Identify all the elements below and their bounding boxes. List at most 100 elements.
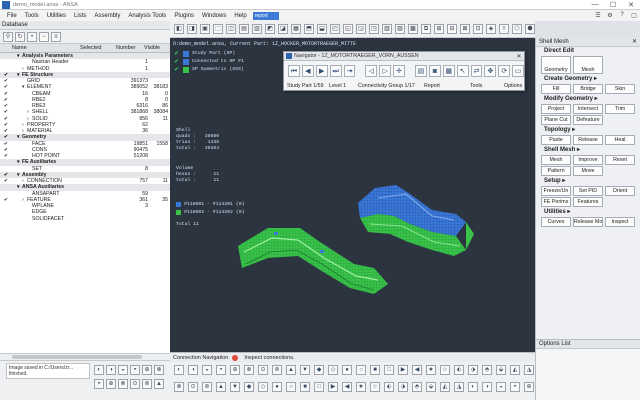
display-tool-icon[interactable]: ◓ (510, 382, 520, 392)
help-icon[interactable]: ? (616, 12, 628, 19)
display-tool-icon[interactable]: ⊕ (230, 365, 240, 375)
close-window-button[interactable]: ✕ (622, 1, 640, 9)
display-tool-icon[interactable]: ◆ (244, 382, 254, 392)
defeature-button[interactable]: Defeature (573, 115, 603, 125)
pattern-button[interactable]: Pattern (541, 166, 571, 176)
display-tool-icon[interactable]: ⬖ (384, 382, 394, 392)
display-tool-icon[interactable]: ■ (300, 382, 310, 392)
improve-button[interactable]: Improve (573, 155, 603, 165)
display-tool-icon[interactable]: ◭ (510, 365, 520, 375)
view-tool-icon[interactable]: ⊞ (434, 24, 444, 34)
view-tool-icon[interactable]: ◩ (265, 24, 275, 34)
database-tool-icon[interactable]: ◑ (106, 365, 116, 375)
geometry-button[interactable]: Geometry (541, 56, 571, 74)
bridge-button[interactable]: Bridge (573, 84, 603, 94)
refresh-icon[interactable]: ↻ (15, 31, 25, 42)
menu-windows[interactable]: Windows (198, 13, 230, 19)
reset-button[interactable]: Reset (605, 155, 635, 165)
menu-analysis-tools[interactable]: Analysis Tools (124, 13, 170, 19)
prev-icon[interactable]: ◀ (301, 65, 314, 77)
view-tool-icon[interactable]: ⧉ (421, 24, 431, 34)
options-icon[interactable]: ▭ (512, 65, 525, 77)
view-tool-icon[interactable]: ▤ (239, 24, 249, 34)
section-title[interactable]: Shell Mesh ▸ (536, 146, 640, 155)
display-tool-icon[interactable]: ⬘ (482, 365, 492, 375)
fe-perims-button[interactable]: FE Perims (541, 197, 571, 207)
collapse-icon[interactable]: − (39, 31, 49, 42)
view-tool-icon[interactable]: ◱ (343, 24, 353, 34)
view-tool-icon[interactable]: ⬢ (525, 24, 535, 34)
view-tool-icon[interactable]: ⬡ (512, 24, 522, 34)
mesh-button[interactable]: Mesh (573, 56, 603, 74)
display-tool-icon[interactable]: ⬗ (468, 365, 478, 375)
menu-plugins[interactable]: Plugins (170, 13, 198, 19)
database-tool-icon[interactable]: ⊙ (130, 379, 140, 389)
database-tool-icon[interactable]: ⊚ (142, 379, 152, 389)
menu-tools[interactable]: Tools (21, 13, 43, 19)
camera-icon[interactable]: ◙ (428, 65, 441, 77)
display-tool-icon[interactable]: ◑ (482, 382, 492, 392)
release-button[interactable]: Release (573, 135, 603, 145)
display-tool-icon[interactable]: ☆ (370, 382, 380, 392)
display-tool-icon[interactable]: ● (272, 382, 282, 392)
view-tool-icon[interactable]: ◫ (226, 24, 236, 34)
display-tool-icon[interactable]: ⬘ (412, 382, 422, 392)
section-title[interactable]: Setup ▸ (536, 177, 640, 186)
view-tool-icon[interactable]: ◪ (278, 24, 288, 34)
display-tool-icon[interactable]: ⊗ (244, 365, 254, 375)
display-tool-icon[interactable]: ◮ (454, 382, 464, 392)
display-tool-icon[interactable]: ▲ (286, 365, 296, 375)
list-icon[interactable]: ≡ (51, 31, 61, 42)
mesh-button[interactable]: Mesh (541, 155, 571, 165)
stop-icon[interactable] (232, 354, 239, 361)
display-tool-icon[interactable]: ◀ (342, 382, 352, 392)
database-tool-icon[interactable]: ⊗ (154, 365, 164, 375)
curves-button[interactable]: Curves (541, 217, 571, 227)
display-tool-icon[interactable]: ⬙ (426, 382, 436, 392)
database-tool-icon[interactable]: ⊕ (142, 365, 152, 375)
view-tool-icon[interactable]: ◈ (486, 24, 496, 34)
section-title[interactable]: Modify Geometry ▸ (536, 95, 640, 104)
display-tool-icon[interactable]: ◆ (314, 365, 324, 375)
view-tool-icon[interactable]: ⬚ (213, 24, 223, 34)
menu-utilities[interactable]: Utilities (43, 13, 70, 19)
layout-icon[interactable]: ☰ (592, 12, 604, 19)
display-tool-icon[interactable]: ◑ (188, 365, 198, 375)
display-tool-icon[interactable]: ■ (370, 365, 380, 375)
display-tool-icon[interactable]: ⊗ (174, 382, 184, 392)
move-button[interactable]: Move (573, 166, 603, 176)
view-tool-icon[interactable]: ◊ (499, 24, 509, 34)
heal-button[interactable]: Heal (605, 135, 635, 145)
features-button[interactable]: Features (573, 197, 603, 207)
display-tool-icon[interactable]: ★ (426, 365, 436, 375)
display-tool-icon[interactable]: ⊕ (524, 382, 534, 392)
orient-button[interactable]: Orient (605, 186, 635, 196)
menu-help[interactable]: Help (230, 13, 250, 19)
navigator-close-button[interactable]: ✕ (514, 53, 524, 60)
display-tool-icon[interactable]: □ (384, 365, 394, 375)
plane-cut-button[interactable]: Plane Cut (541, 115, 571, 125)
display-tool-icon[interactable]: ⊚ (272, 365, 282, 375)
view-tool-icon[interactable]: ⊠ (460, 24, 470, 34)
move-icon[interactable]: ✥ (484, 65, 497, 77)
paste-button[interactable]: Paste (541, 135, 571, 145)
display-tool-icon[interactable]: ◇ (258, 382, 268, 392)
view-tool-icon[interactable]: ⬓ (317, 24, 327, 34)
release-mo-button[interactable]: Release Mo. (573, 217, 603, 227)
intersect-button[interactable]: Intersect (573, 104, 603, 114)
set-pid-button[interactable]: Set PID (573, 186, 603, 196)
display-tool-icon[interactable]: ★ (356, 382, 366, 392)
display-tool-icon[interactable]: ☆ (440, 365, 450, 375)
display-tool-icon[interactable]: ◇ (328, 365, 338, 375)
display-tool-icon[interactable]: ⬙ (496, 365, 506, 375)
view-tool-icon[interactable]: ▧ (382, 24, 392, 34)
col-visible[interactable]: Visible (144, 44, 170, 52)
next-icon[interactable]: ▶ (315, 65, 328, 77)
display-tool-icon[interactable]: ▶ (328, 382, 338, 392)
display-tool-icon[interactable]: □ (314, 382, 324, 392)
skin-button[interactable]: Skin (605, 84, 635, 94)
level-icon[interactable]: ⇥ (343, 65, 356, 77)
display-tool-icon[interactable]: ⊚ (202, 382, 212, 392)
fill-button[interactable]: Fill (541, 84, 571, 94)
view-tool-icon[interactable]: ▩ (408, 24, 418, 34)
